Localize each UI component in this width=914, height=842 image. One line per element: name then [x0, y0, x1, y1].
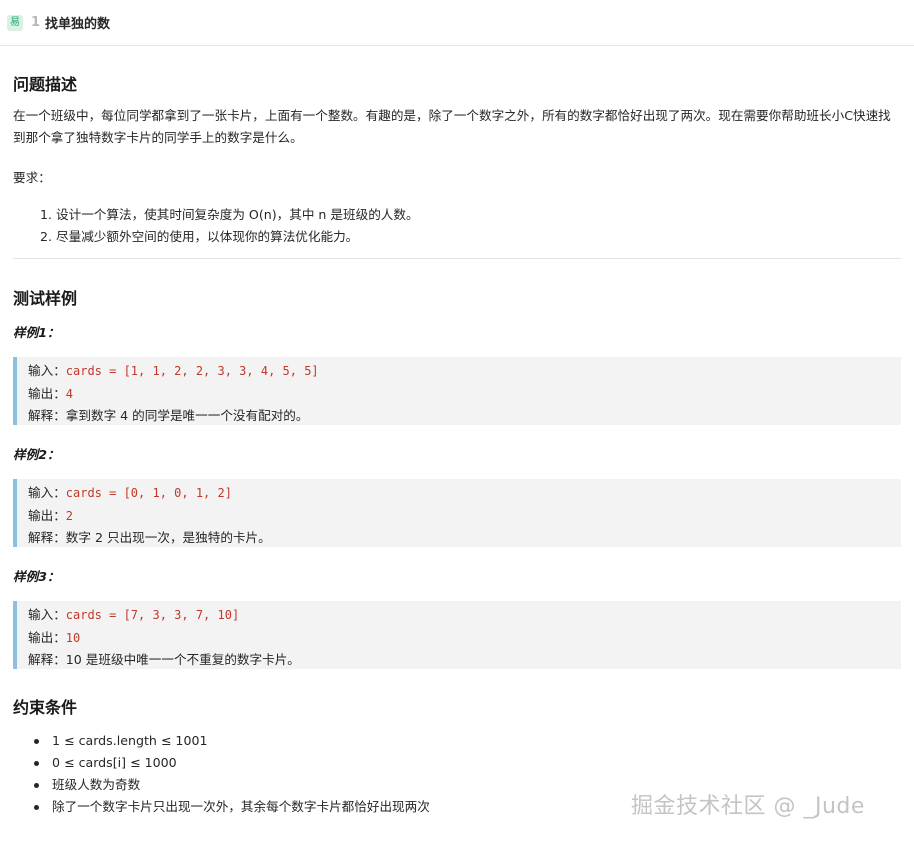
input-code: cards = [1, 1, 2, 2, 3, 3, 4, 5, 5] [65, 364, 319, 378]
output-label: 输出： [28, 385, 66, 401]
section-divider [13, 258, 901, 259]
constraint-item: 1 ≤ cards.length ≤ 1001 [33, 730, 430, 752]
explain-text: 10 是班级中唯一一个不重复的数字卡片。 [65, 652, 300, 667]
example-title: 样例2： [13, 447, 60, 462]
description-heading: 问题描述 [13, 75, 78, 94]
requirement-item: 2. 尽量减少额外空间的使用，以体现你的算法优化能力。 [40, 229, 359, 244]
input-label: 输入： [28, 607, 66, 622]
constraint-item: 0 ≤ cards[i] ≤ 1000 [33, 752, 430, 774]
requirements-list: 1. 设计一个算法，使其时间复杂度为 O(n)，其中 n 是班级的人数。 2. … [40, 204, 419, 248]
constraints-list: 1 ≤ cards.length ≤ 1001 0 ≤ cards[i] ≤ 1… [33, 730, 430, 818]
question-title: 找单独的数 [45, 17, 111, 32]
output-code: 2 [65, 508, 74, 523]
difficulty-badge: 易 [7, 14, 23, 31]
output-label: 输出： [28, 629, 66, 645]
constraints-heading: 约束条件 [13, 698, 78, 717]
explain-label: 解释： [28, 652, 66, 667]
input-code: cards = [7, 3, 3, 7, 10] [65, 608, 240, 622]
output-code: 4 [65, 386, 74, 401]
explain-text: 拿到数字 4 的同学是唯一一个没有配对的。 [65, 408, 309, 423]
explain-label: 解释： [28, 530, 66, 545]
example-block: 输入：cards = [1, 1, 2, 2, 3, 3, 4, 5, 5] 输… [13, 357, 901, 425]
question-number: 1 [31, 15, 41, 30]
example-title: 样例3： [13, 569, 60, 584]
requirement-item: 1. 设计一个算法，使其时间复杂度为 O(n)，其中 n 是班级的人数。 [40, 207, 419, 222]
output-label: 输出： [28, 507, 66, 523]
explain-label: 解释： [28, 408, 66, 423]
header-bar: 易 1 找单独的数 [0, 0, 914, 46]
explain-text: 数字 2 只出现一次，是独特的卡片。 [65, 530, 271, 545]
input-label: 输入： [28, 485, 66, 500]
constraint-item: 班级人数为奇数 [33, 774, 430, 796]
input-label: 输入： [28, 363, 66, 378]
watermark: 掘金技术社区 @ _Jude [631, 794, 865, 819]
example-block: 输入：cards = [0, 1, 0, 1, 2] 输出：2 解释：数字 2 … [13, 479, 901, 547]
constraint-item: 除了一个数字卡片只出现一次外，其余每个数字卡片都恰好出现两次 [33, 796, 430, 818]
example-block: 输入：cards = [7, 3, 3, 7, 10] 输出：10 解释：10 … [13, 601, 901, 669]
output-code: 10 [65, 630, 81, 645]
requirements-label: 要求： [13, 170, 51, 185]
tests-heading: 测试样例 [13, 289, 78, 308]
description-paragraph: 在一个班级中，每位同学都拿到了一张卡片，上面有一个整数。有趣的是，除了一个数字之… [13, 108, 891, 145]
example-title: 样例1： [13, 325, 60, 340]
input-code: cards = [0, 1, 0, 1, 2] [65, 486, 232, 500]
